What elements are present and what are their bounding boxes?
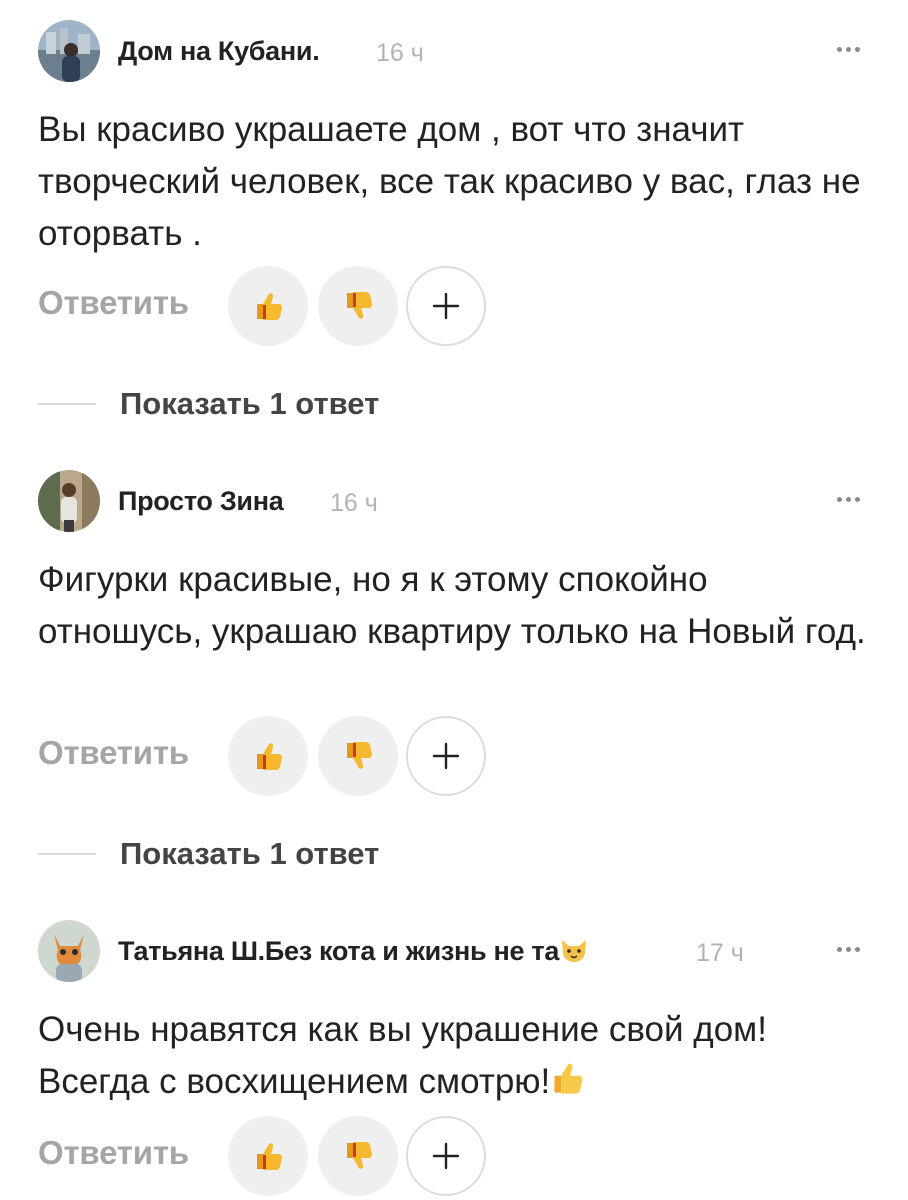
dot-icon	[854, 946, 860, 952]
add-reaction-button[interactable]	[406, 716, 486, 796]
comment-actions: Ответить	[38, 1116, 638, 1196]
more-options-button[interactable]	[826, 934, 870, 964]
dot-icon	[836, 496, 842, 502]
dot-icon	[836, 46, 842, 52]
avatar-photo-cat-icon	[38, 920, 100, 982]
thumbs-up-emoji-icon	[554, 1063, 583, 1094]
dot-icon	[845, 946, 851, 952]
more-options-button[interactable]	[826, 484, 870, 514]
show-replies-label: Показать 1 ответ	[120, 386, 380, 421]
thumbs-up-icon	[257, 1143, 282, 1170]
avatar-photo-city-icon	[38, 20, 100, 82]
plus-icon	[432, 1142, 460, 1170]
dislike-button[interactable]	[318, 716, 398, 796]
reply-button[interactable]: Ответить	[38, 734, 189, 772]
author-name[interactable]: Просто Зина	[118, 486, 284, 517]
dislike-button[interactable]	[318, 1116, 398, 1196]
show-replies-button[interactable]: Показать 1 ответ	[38, 834, 538, 874]
thumbs-up-icon	[257, 293, 282, 320]
show-replies-button[interactable]: Показать 1 ответ	[38, 384, 538, 424]
avatar[interactable]	[38, 920, 100, 982]
comment-header: Татьяна Ш.Без кота и жизнь не та 17 ч	[38, 920, 870, 984]
show-replies-label: Показать 1 ответ	[120, 836, 380, 871]
cat-face-icon	[562, 940, 587, 962]
add-reaction-button[interactable]	[406, 1116, 486, 1196]
comments-feed: Дом на Кубани. 16 ч Вы красиво украшаете…	[0, 0, 908, 1200]
comment-actions: Ответить	[38, 716, 638, 796]
divider-line	[38, 403, 96, 405]
author-name[interactable]: Дом на Кубани.	[118, 36, 320, 67]
divider-line	[38, 853, 96, 855]
comment-time: 16 ч	[376, 39, 424, 67]
thumbs-up-icon	[257, 743, 282, 770]
thumbs-down-icon	[347, 1142, 372, 1169]
comment-text: Вы красиво украшаете дом , вот что значи…	[38, 110, 861, 253]
dot-icon	[854, 496, 860, 502]
comment-actions: Ответить	[38, 266, 638, 346]
like-button[interactable]	[228, 1116, 308, 1196]
avatar[interactable]	[38, 20, 100, 82]
reply-button[interactable]: Ответить	[38, 284, 189, 322]
comment-header: Просто Зина 16 ч	[38, 470, 870, 534]
plus-icon	[432, 292, 460, 320]
dislike-button[interactable]	[318, 266, 398, 346]
add-reaction-button[interactable]	[406, 266, 486, 346]
dot-icon	[854, 46, 860, 52]
more-options-button[interactable]	[826, 34, 870, 64]
like-button[interactable]	[228, 716, 308, 796]
comment-text: Фигурки красивые, но я к этому спокойно …	[38, 560, 866, 651]
comment-text: Очень нравятся как вы украшение свой дом…	[38, 1004, 868, 1108]
author-name[interactable]: Татьяна Ш.Без кота и жизнь не та	[118, 936, 589, 967]
comment-header: Дом на Кубани. 16 ч	[38, 20, 870, 84]
comment-text-body: Очень нравятся как вы украшение свой дом…	[38, 1010, 767, 1101]
dot-icon	[845, 496, 851, 502]
dot-icon	[836, 946, 842, 952]
plus-icon	[432, 742, 460, 770]
thumbs-down-icon	[347, 292, 372, 319]
reply-button[interactable]: Ответить	[38, 1134, 189, 1172]
like-button[interactable]	[228, 266, 308, 346]
comment-time: 16 ч	[330, 489, 378, 517]
avatar[interactable]	[38, 470, 100, 532]
comment-time: 17 ч	[696, 939, 744, 967]
avatar-photo-woman-icon	[38, 470, 100, 532]
dot-icon	[845, 46, 851, 52]
thumbs-down-icon	[347, 742, 372, 769]
author-name-text: Татьяна Ш.Без кота и жизнь не та	[118, 936, 560, 966]
